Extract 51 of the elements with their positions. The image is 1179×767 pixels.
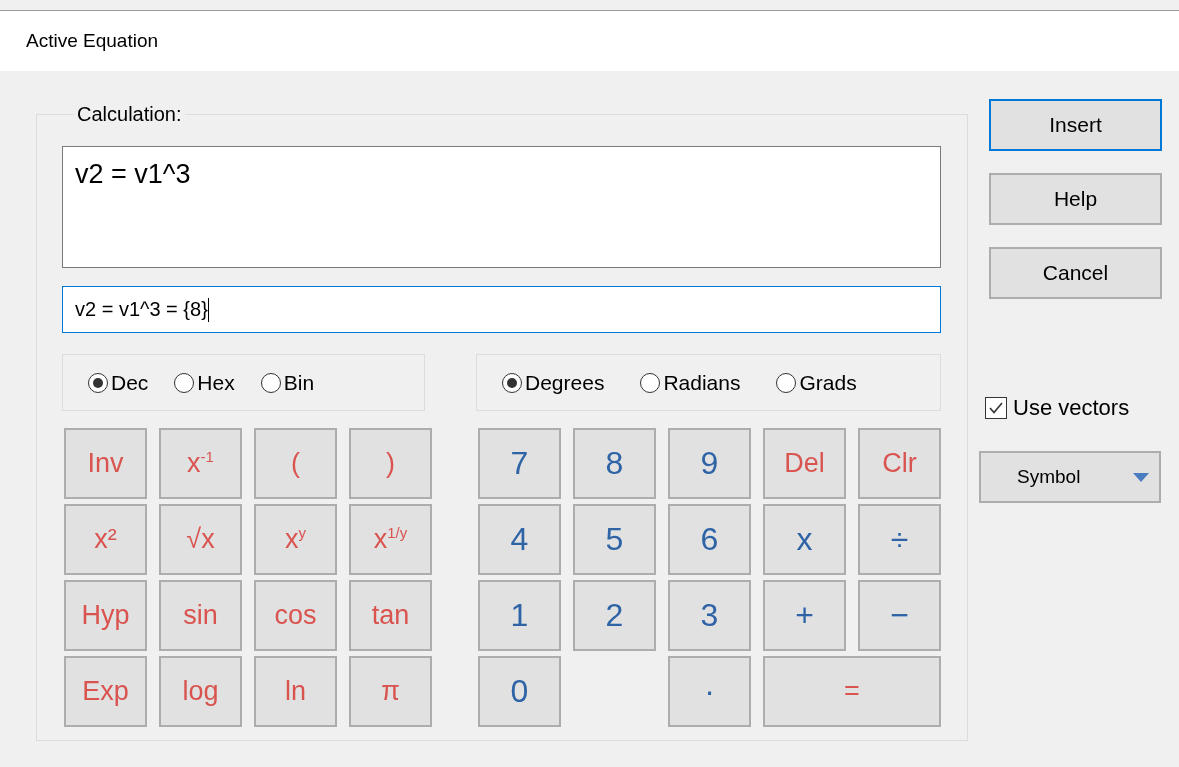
calculator-key[interactable]: Exp [64,656,147,727]
calculator-key[interactable]: 2 [573,580,656,651]
calculator-key[interactable]: √x [159,504,242,575]
radio-button[interactable]: Degrees [502,370,605,395]
calculator-key[interactable]: Hyp [64,580,147,651]
calculator-key[interactable]: ) [349,428,432,499]
text-cursor [207,297,209,322]
calculator-key[interactable]: Clr [858,428,941,499]
calculator-key[interactable]: ÷ [858,504,941,575]
calculator-key[interactable]: Del [763,428,846,499]
group-label: Calculation: [76,103,183,126]
calculator-key[interactable]: x$^{1/y}$ [349,504,432,575]
calculator-key[interactable]: · [668,656,751,727]
window-title: Active Equation [26,30,159,52]
calculator-key[interactable]: ln [254,656,337,727]
calculator-key[interactable]: + [763,580,846,651]
calculator-key[interactable]: x² [64,504,147,575]
dropdown-arrow-icon [1133,472,1149,482]
calculator-key[interactable]: 9 [668,428,751,499]
calculator-key[interactable]: 3 [668,580,751,651]
calculator-key[interactable]: ( [254,428,337,499]
radio-button[interactable]: Grads [776,370,857,395]
symbol-dropdown[interactable]: Symbol [979,451,1161,503]
result-field[interactable]: v2 = v1^3 = {8} [62,286,941,333]
calculator-key[interactable]: 6 [668,504,751,575]
calculator-key[interactable]: x$^{-1}$ [159,428,242,499]
use-vectors-checkbox[interactable]: Use vectors [985,395,1130,421]
dialog-button[interactable]: Insert [989,99,1162,151]
calculator-key[interactable]: cos [254,580,337,651]
calculator-key[interactable]: tan [349,580,432,651]
calculator-key[interactable]: 5 [573,504,656,575]
calculator-key[interactable]: Inv [64,428,147,499]
dialog-button[interactable]: Cancel [989,247,1162,299]
calculator-key[interactable]: π [349,656,432,727]
calculator-key[interactable]: = [763,656,941,727]
calculator-key[interactable]: x$^{y}$ [254,504,337,575]
expression-field[interactable]: v2 = v1^3 [62,146,941,268]
radio-button[interactable]: Dec [88,370,149,395]
radio-button[interactable]: Radians [640,370,741,395]
calculator-key[interactable]: sin [159,580,242,651]
calculator-key[interactable]: − [858,580,941,651]
calculator-key[interactable]: 8 [573,428,656,499]
radio-button[interactable]: Hex [174,370,235,395]
radio-button[interactable]: Bin [260,370,315,395]
calculator-key[interactable]: 1 [478,580,561,651]
calculator-key[interactable]: 4 [478,504,561,575]
calculator-key[interactable]: x [763,504,846,575]
dialog-button[interactable]: Help [989,173,1162,225]
calculator-key[interactable]: 0 [478,656,561,727]
calculator-key[interactable]: 7 [478,428,561,499]
calculator-key[interactable]: log [159,656,242,727]
